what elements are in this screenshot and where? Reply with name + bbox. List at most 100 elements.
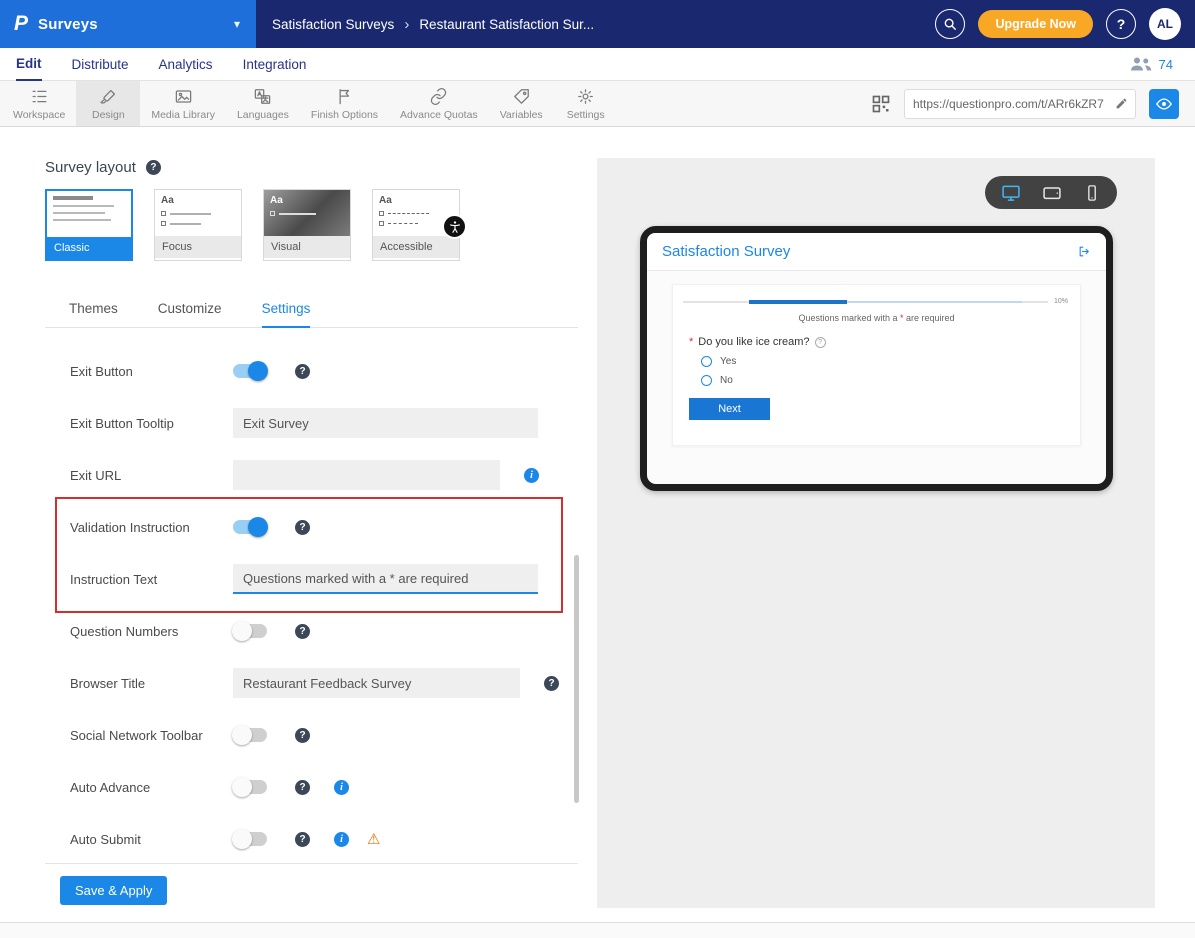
help-button[interactable]: ? — [1106, 9, 1136, 39]
row-exit-button-tooltip: Exit Button Tooltip — [45, 397, 578, 449]
validation-instruction-toggle[interactable] — [233, 520, 267, 534]
toolbar-item-media-library[interactable]: Media Library — [140, 81, 226, 126]
auto-advance-info-icon[interactable]: i — [334, 780, 349, 795]
exit-url-info-icon[interactable]: i — [524, 468, 539, 483]
browser-title-input[interactable] — [233, 668, 520, 698]
toolbar-item-variables[interactable]: Variables — [489, 81, 554, 126]
design-icon — [99, 87, 118, 106]
toolbar-right — [871, 81, 1195, 126]
breadcrumb-folder[interactable]: Satisfaction Surveys — [272, 17, 394, 32]
save-apply-button[interactable]: Save & Apply — [60, 876, 167, 905]
row-question-numbers: Question Numbers ? — [45, 605, 578, 657]
toolbar-label: Design — [92, 109, 125, 121]
exit-preview-button[interactable] — [1078, 245, 1091, 258]
tab-analytics[interactable]: Analytics — [159, 48, 213, 81]
radio-label: Yes — [720, 356, 736, 367]
layout-card-accessible[interactable]: Aa Accessible — [372, 189, 460, 261]
toolbar-item-languages[interactable]: Languages — [226, 81, 300, 126]
instruction-text-input[interactable] — [233, 564, 538, 594]
layout-card-visual[interactable]: Aa Visual — [263, 189, 351, 261]
chevron-down-icon[interactable]: ▾ — [234, 17, 240, 31]
settings-gear-icon — [576, 87, 595, 106]
phone-preview-button[interactable] — [1081, 182, 1103, 204]
next-button[interactable]: Next — [689, 398, 770, 420]
tab-integration[interactable]: Integration — [243, 48, 307, 81]
avatar[interactable]: AL — [1149, 8, 1181, 40]
breadcrumb-separator-icon: › — [404, 16, 409, 33]
validation-instruction-text: Questions marked with a * are required — [673, 313, 1080, 323]
exit-url-input[interactable] — [233, 460, 500, 490]
tab-distribute[interactable]: Distribute — [72, 48, 129, 81]
toolbar-label: Languages — [237, 109, 289, 121]
toolbar-item-design[interactable]: Design — [76, 81, 140, 126]
upgrade-button[interactable]: Upgrade Now — [978, 10, 1093, 38]
search-button[interactable] — [935, 9, 965, 39]
preview-question: * Do you like ice cream? ? — [689, 336, 1080, 348]
toolbar-item-settings[interactable]: Settings — [554, 81, 618, 126]
workspace-icon — [30, 87, 49, 106]
row-auto-submit: Auto Submit ? i ⚠ — [45, 813, 578, 865]
auto-submit-help-icon[interactable]: ? — [295, 832, 310, 847]
radio-option-yes[interactable]: Yes — [701, 356, 1080, 367]
auto-submit-info-icon[interactable]: i — [334, 832, 349, 847]
row-auto-advance: Auto Advance ? i — [45, 761, 578, 813]
topbar-actions: Upgrade Now ? AL — [935, 8, 1195, 40]
tab-customize[interactable]: Customize — [158, 301, 222, 327]
tab-themes[interactable]: Themes — [69, 301, 118, 327]
tab-settings[interactable]: Settings — [262, 301, 311, 328]
layout-label: Focus — [155, 236, 241, 258]
product-switcher[interactable]: P Surveys ▾ — [0, 0, 256, 48]
field-label: Browser Title — [70, 676, 233, 691]
social-network-toolbar-help-icon[interactable]: ? — [295, 728, 310, 743]
field-label: Auto Submit — [70, 832, 233, 847]
progress-fill — [749, 300, 848, 304]
main-nav: Edit Distribute Analytics Integration 74 — [0, 48, 1195, 81]
answer-options: Yes No — [701, 356, 1080, 386]
edit-url-pencil-icon[interactable] — [1115, 97, 1128, 110]
browser-title-help-icon[interactable]: ? — [544, 676, 559, 691]
preview-survey-title: Satisfaction Survey — [662, 243, 790, 260]
auto-advance-toggle[interactable] — [233, 780, 267, 794]
toolbar-item-workspace[interactable]: Workspace — [2, 81, 76, 126]
toolbar-label: Finish Options — [311, 109, 378, 121]
survey-layout-title: Survey layout — [45, 159, 136, 176]
eye-icon — [1155, 95, 1173, 113]
question-numbers-help-icon[interactable]: ? — [295, 624, 310, 639]
field-label: Auto Advance — [70, 780, 233, 795]
thumb-text: Aa — [270, 195, 344, 206]
scrollbar-thumb[interactable] — [574, 555, 579, 803]
design-tabs: Themes Customize Settings — [45, 301, 578, 328]
layout-card-classic[interactable]: Classic — [45, 189, 133, 261]
tablet-preview-button[interactable] — [1040, 181, 1064, 205]
radio-option-no[interactable]: No — [701, 375, 1080, 386]
exit-button-help-icon[interactable]: ? — [295, 364, 310, 379]
toolbar-item-finish-options[interactable]: Finish Options — [300, 81, 389, 126]
validation-instruction-help-icon[interactable]: ? — [295, 520, 310, 535]
preview-question-card: 10% Questions marked with a * are requir… — [672, 284, 1081, 446]
desktop-preview-button[interactable] — [999, 181, 1023, 205]
survey-layout-help-icon[interactable]: ? — [146, 160, 161, 175]
auto-advance-help-icon[interactable]: ? — [295, 780, 310, 795]
questionpro-logo-icon: P — [14, 12, 28, 36]
page-footer — [0, 922, 1195, 938]
tab-edit[interactable]: Edit — [16, 48, 42, 81]
layout-card-focus[interactable]: Aa Focus — [154, 189, 242, 261]
auto-submit-toggle[interactable] — [233, 832, 267, 846]
preview-button[interactable] — [1149, 89, 1179, 119]
exit-button-tooltip-input[interactable] — [233, 408, 538, 438]
exit-button-toggle[interactable] — [233, 364, 267, 378]
social-network-toolbar-toggle[interactable] — [233, 728, 267, 742]
qr-code-icon[interactable] — [871, 94, 891, 114]
field-label: Exit URL — [70, 468, 233, 483]
collaborators[interactable]: 74 — [1130, 56, 1179, 72]
survey-url-input[interactable] — [905, 97, 1115, 111]
question-numbers-toggle[interactable] — [233, 624, 267, 638]
toolbar-item-advance-quotas[interactable]: Advance Quotas — [389, 81, 489, 126]
editor-toolbar: Workspace Design Media Library Languages… — [0, 81, 1195, 127]
media-library-icon — [174, 87, 193, 106]
field-label: Validation Instruction — [70, 520, 233, 535]
breadcrumb-survey[interactable]: Restaurant Satisfaction Sur... — [419, 17, 594, 32]
question-help-icon[interactable]: ? — [815, 337, 826, 348]
row-validation-instruction: Validation Instruction ? — [45, 501, 578, 553]
form-footer: Save & Apply — [45, 863, 578, 905]
